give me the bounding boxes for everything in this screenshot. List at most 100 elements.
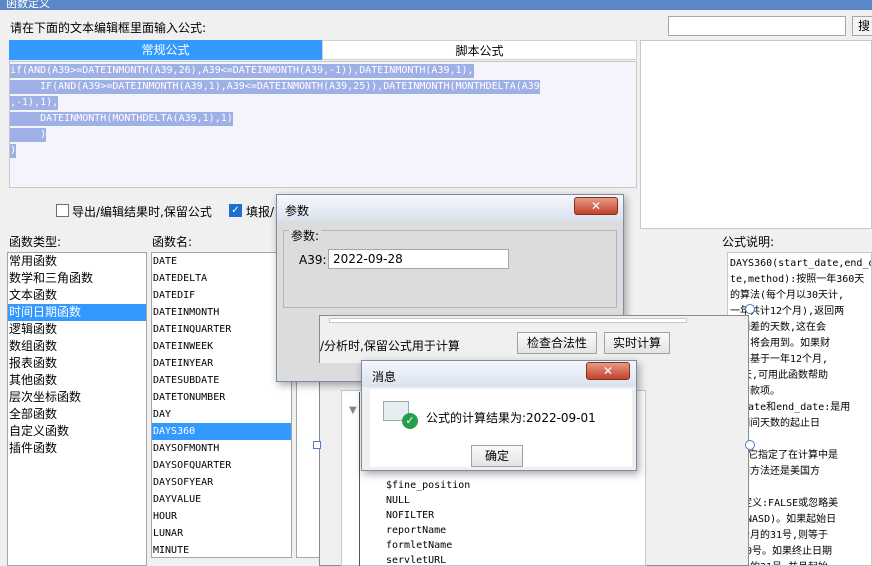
editor-line: if(AND(A39>=DATEINMONTH(A39,26),A39<=DAT… [10, 64, 474, 78]
check-validity-button[interactable]: 检查合法性 [517, 332, 597, 354]
params-group [283, 230, 617, 308]
formula-editor[interactable]: if(AND(A39>=DATEINMONTH(A39,26),A39<=DAT… [9, 61, 637, 188]
func-type-item[interactable]: 报表函数 [8, 355, 146, 372]
window-titlebar: 函数定义 [0, 0, 872, 10]
func-type-item[interactable]: 全部函数 [8, 406, 146, 423]
variable-item[interactable]: NOFILTER [386, 508, 470, 523]
description-line [730, 480, 871, 496]
description-line: 法(NASD)。如果起始日 [730, 514, 837, 525]
func-name-item[interactable]: DAYSOFYEAR [152, 474, 291, 491]
keep-for-calc-label: /分析时,保留公式用于计算 [320, 339, 460, 353]
func-name-item[interactable]: DAY [152, 406, 291, 423]
message-text: 公式的计算结果为:2022-09-01 [426, 411, 596, 425]
message-close-button[interactable]: ✕ [586, 362, 630, 380]
func-name-item[interactable]: DATEDELTA [152, 270, 291, 287]
func-name-item[interactable]: DATEINYEAR [152, 355, 291, 372]
fill-keep-label: 填报/ [246, 205, 275, 219]
resize-handle[interactable] [745, 440, 755, 450]
search-input[interactable] [668, 16, 846, 36]
info-icon: ✓ [383, 401, 418, 429]
func-name-item[interactable]: DATESUBDATE [152, 372, 291, 389]
editor-line: ,-1),1), [10, 96, 59, 110]
description-line: te,method):按照一年360天 [730, 274, 865, 285]
func-name-item[interactable]: DATE [152, 253, 291, 270]
description-line: od:它指定了在计算中是 [730, 450, 839, 461]
variable-item[interactable]: reportName [386, 523, 470, 538]
func-name-item[interactable]: DATEDIF [152, 287, 291, 304]
param-value-input[interactable]: 2022-09-28 [328, 249, 509, 269]
close-icon: ✕ [602, 364, 614, 378]
description-line: 算中将会用到。如果财 [730, 338, 830, 349]
variable-item[interactable]: $fine_position [386, 478, 470, 493]
search-button[interactable]: 搜 [852, 16, 872, 36]
func-type-item[interactable]: 插件函数 [8, 440, 146, 457]
func-type-item[interactable]: 常用函数 [8, 253, 146, 270]
func-name-item[interactable]: DAYVALUE [152, 491, 291, 508]
resize-handle[interactable] [745, 304, 755, 314]
func-name-item[interactable]: HOUR [152, 508, 291, 525]
ok-button[interactable]: 确定 [471, 445, 523, 467]
message-dialog-title: 消息 [372, 370, 397, 384]
func-name-item[interactable]: DATEINQUARTER [152, 321, 291, 338]
variable-item[interactable]: servletURL [386, 553, 470, 566]
desc-label: 公式说明: [722, 235, 775, 249]
description-line: 支付款项。 [730, 386, 780, 397]
func-type-item[interactable]: 逻辑函数 [8, 321, 146, 338]
func-type-item[interactable]: 层次坐标函数 [8, 389, 146, 406]
export-keep-checkbox[interactable] [56, 204, 69, 217]
func-type-item[interactable]: 文本函数 [8, 287, 146, 304]
description-line: 的30号。如果终止日期 [730, 546, 833, 557]
func-type-label: 函数类型: [9, 235, 62, 249]
description-line: 的算法(每个月以30天计, [730, 290, 845, 301]
realtime-calc-button[interactable]: 实时计算 [604, 332, 670, 354]
description-line: 一个月的31号,则等于 [730, 530, 829, 541]
divider [359, 392, 360, 566]
close-icon: ✕ [590, 199, 602, 213]
func-name-list[interactable]: DATE DATEDELTA DATEDIF DATEINMONTH DATEINQUA… [151, 252, 292, 558]
func-name-item[interactable]: MINUTE [152, 542, 291, 557]
func-type-item[interactable]: 数组函数 [8, 338, 146, 355]
func-name-item[interactable]: DAYSOFQUARTER [152, 457, 291, 474]
description-line: 算期间天数的起止日 [730, 418, 820, 429]
func-name-label: 函数名: [152, 235, 193, 249]
formula-prompt: 请在下面的文本编辑框里面输入公式: [10, 21, 207, 35]
func-name-item[interactable]: LUNAR [152, 525, 291, 542]
description-line: t_date和end_date:是用 [730, 402, 851, 413]
config-input[interactable] [329, 318, 687, 323]
func-type-item[interactable]: 自定义函数 [8, 423, 146, 440]
export-keep-label: 导出/编辑结果时,保留公式 [72, 205, 212, 219]
func-name-item[interactable]: DATEINMONTH [152, 304, 291, 321]
func-name-item[interactable]: DATETONUMBER [152, 389, 291, 406]
tree-expand-icon[interactable]: ▼ [349, 405, 357, 416]
description-line: DAYS360(start_date,end_d [730, 258, 872, 269]
params-dialog-title: 参数 [285, 204, 310, 218]
variable-item[interactable]: formletName [386, 538, 470, 553]
description-line: 30天,可用此函数帮助 [730, 370, 829, 381]
editor-line: ) [10, 144, 17, 158]
preview-panel [640, 40, 872, 229]
resize-handle[interactable] [313, 441, 321, 449]
param-name-label: A39: [299, 253, 327, 267]
tab-script-formula[interactable]: 脚本公式 [322, 40, 637, 60]
func-name-item[interactable]: DAYSOFMONTH [152, 440, 291, 457]
fill-keep-checkbox[interactable]: ✓ [229, 204, 242, 217]
variable-item[interactable]: NULL [386, 493, 470, 508]
description-line: od定义:FALSE或忽略美 [730, 498, 839, 509]
description-line: 统是基于一年12个月, [730, 354, 829, 365]
success-check-icon: ✓ [402, 413, 418, 429]
editor-line: IF(AND(A39>=DATEINMONTH(A39,1),A39<=DATE… [10, 80, 540, 94]
func-type-item[interactable]: 其他函数 [8, 372, 146, 389]
description-line: 欧洲方法还是美国方 [730, 466, 820, 477]
func-name-item[interactable]: DAYS360 [152, 423, 291, 440]
params-close-button[interactable]: ✕ [574, 197, 618, 215]
description-line: 间相差的天数,这在会 [730, 322, 827, 333]
params-dialog-titlebar [277, 195, 623, 221]
params-group-label: 参数: [289, 227, 322, 244]
func-type-list[interactable]: 常用函数 数学和三角函数 文本函数 时间日期函数 逻辑函数 数组函数 报表函数 其他函数 层次坐… [7, 252, 147, 566]
tab-normal-formula[interactable]: 常规公式 [9, 40, 322, 60]
description-line: 个月的31号,并且起始 [730, 560, 871, 565]
func-type-item[interactable]: 时间日期函数 [8, 304, 146, 321]
func-type-item[interactable]: 数学和三角函数 [8, 270, 146, 287]
func-name-item[interactable]: DATEINWEEK [152, 338, 291, 355]
window-title: 函数定义 [6, 0, 50, 10]
